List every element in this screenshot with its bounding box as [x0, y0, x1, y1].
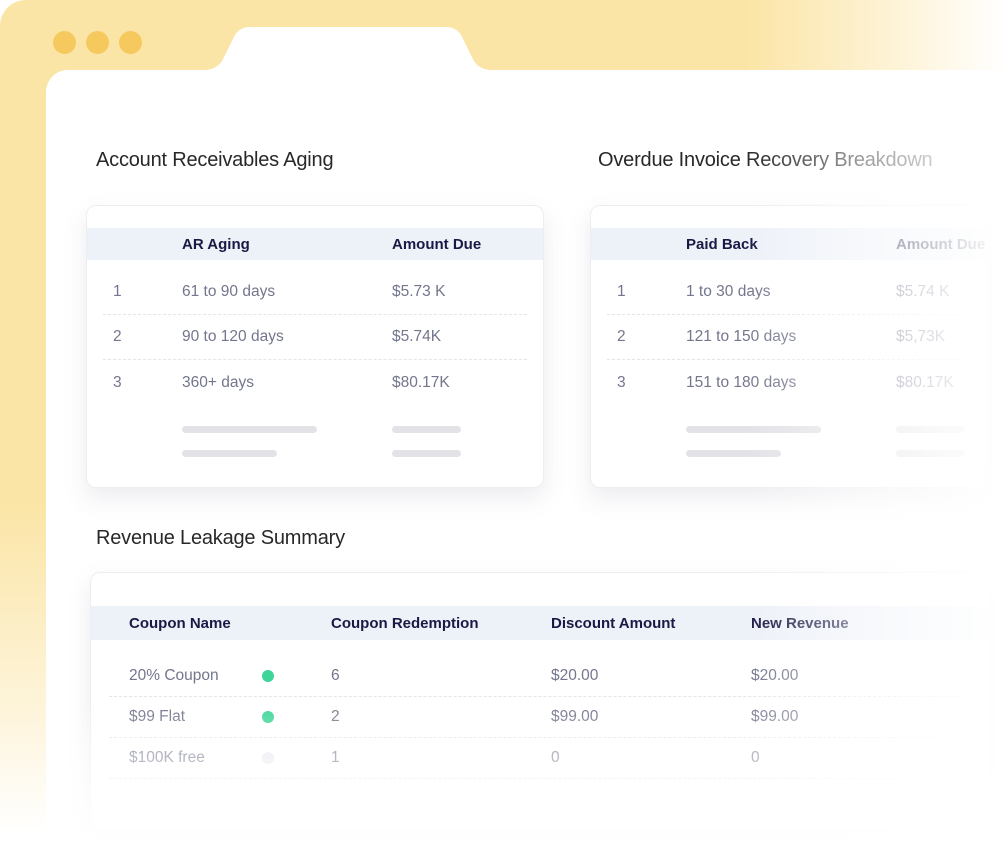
row-index: 2: [113, 328, 182, 346]
row-amount: $80.17K: [392, 374, 527, 392]
row-index: 3: [617, 374, 686, 392]
overdue-recovery-table-card: Paid Back Amount Due 1 1 to 30 days $5.7…: [590, 205, 987, 488]
discount-amount: $99.00: [551, 708, 751, 726]
section-title-ar-aging: Account Receivables Aging: [96, 149, 333, 172]
table-row: 1 1 to 30 days $5.74 K: [607, 270, 970, 315]
coupon-redemption: 2: [331, 708, 551, 726]
window-controls: [53, 31, 142, 54]
column-header-new-revenue: New Revenue: [751, 615, 989, 632]
row-index: 1: [617, 283, 686, 301]
skeleton-bar: [182, 426, 317, 433]
coupon-name: 20% Coupon: [129, 667, 331, 685]
column-header-name: Paid Back: [686, 236, 896, 253]
browser-frame-left: [0, 70, 47, 856]
illustration-canvas: Account Receivables Aging Overdue Invoic…: [0, 0, 1008, 856]
table-row: 3 151 to 180 days $80.17K: [607, 360, 970, 405]
table-header-row: Paid Back Amount Due: [591, 228, 986, 260]
skeleton-bar: [392, 426, 461, 433]
table-row: 2 121 to 150 days $5,73K: [607, 315, 970, 360]
coupon-status-dot-icon: [262, 752, 274, 764]
row-amount: $5.73 K: [392, 283, 527, 301]
table-header-row: AR Aging Amount Due: [87, 228, 543, 260]
new-revenue: 0: [751, 749, 971, 767]
skeleton-bar: [392, 450, 461, 457]
row-amount: $5.74 K: [896, 283, 970, 301]
coupon-redemption: 1: [331, 749, 551, 767]
coupon-name: $99 Flat: [129, 708, 331, 726]
coupon-redemption: 6: [331, 667, 551, 685]
section-title-revenue-leakage: Revenue Leakage Summary: [96, 527, 345, 550]
row-index: 3: [113, 374, 182, 392]
skeleton-row: [607, 417, 970, 441]
table-row: $100K free 1 0 0: [109, 738, 971, 779]
revenue-leakage-table-card: Coupon Name Coupon Redemption Discount A…: [90, 572, 990, 830]
column-header-amount: Amount Due: [896, 236, 986, 253]
coupon-status-dot-icon: [262, 711, 274, 723]
skeleton-bar: [182, 450, 277, 457]
skeleton-row: [607, 441, 970, 465]
table-row: 2 90 to 120 days $5.74K: [103, 315, 527, 360]
skeleton-row: [103, 441, 527, 465]
browser-tab: [203, 27, 493, 70]
coupon-status-dot-icon: [262, 670, 274, 682]
skeleton-bar: [686, 450, 781, 457]
skeleton-bar: [686, 426, 821, 433]
row-index: 1: [113, 283, 182, 301]
section-title-overdue-recovery: Overdue Invoice Recovery Breakdown: [598, 149, 932, 172]
table-row: $99 Flat 2 $99.00 $99.00: [109, 697, 971, 738]
window-control-dot-icon: [119, 31, 142, 54]
table-row: 1 61 to 90 days $5.73 K: [103, 270, 527, 315]
table-header-row: Coupon Name Coupon Redemption Discount A…: [91, 606, 989, 640]
row-label: 1 to 30 days: [686, 283, 896, 301]
browser-frame-top: [0, 0, 1008, 70]
skeleton-bar: [896, 450, 965, 457]
row-label: 121 to 150 days: [686, 328, 896, 346]
new-revenue: $99.00: [751, 708, 971, 726]
table-row: 20% Coupon 6 $20.00 $20.00: [109, 656, 971, 697]
row-label: 90 to 120 days: [182, 328, 392, 346]
discount-amount: $20.00: [551, 667, 751, 685]
row-amount: $80.17K: [896, 374, 970, 392]
new-revenue: $20.00: [751, 667, 971, 685]
column-header-discount-amount: Discount Amount: [551, 615, 751, 632]
row-label: 61 to 90 days: [182, 283, 392, 301]
row-label: 360+ days: [182, 374, 392, 392]
skeleton-row: [103, 417, 527, 441]
column-header-coupon-name: Coupon Name: [129, 615, 331, 632]
ar-aging-table-card: AR Aging Amount Due 1 61 to 90 days $5.7…: [86, 205, 544, 488]
row-amount: $5.74K: [392, 328, 527, 346]
coupon-name: $100K free: [129, 749, 331, 767]
table-row: 3 360+ days $80.17K: [103, 360, 527, 405]
skeleton-bar: [896, 426, 965, 433]
row-index: 2: [617, 328, 686, 346]
window-control-dot-icon: [53, 31, 76, 54]
row-label: 151 to 180 days: [686, 374, 896, 392]
column-header-coupon-redemption: Coupon Redemption: [331, 615, 551, 632]
discount-amount: 0: [551, 749, 751, 767]
window-control-dot-icon: [86, 31, 109, 54]
row-amount: $5,73K: [896, 328, 970, 346]
column-header-name: AR Aging: [182, 236, 392, 253]
column-header-amount: Amount Due: [392, 236, 543, 253]
